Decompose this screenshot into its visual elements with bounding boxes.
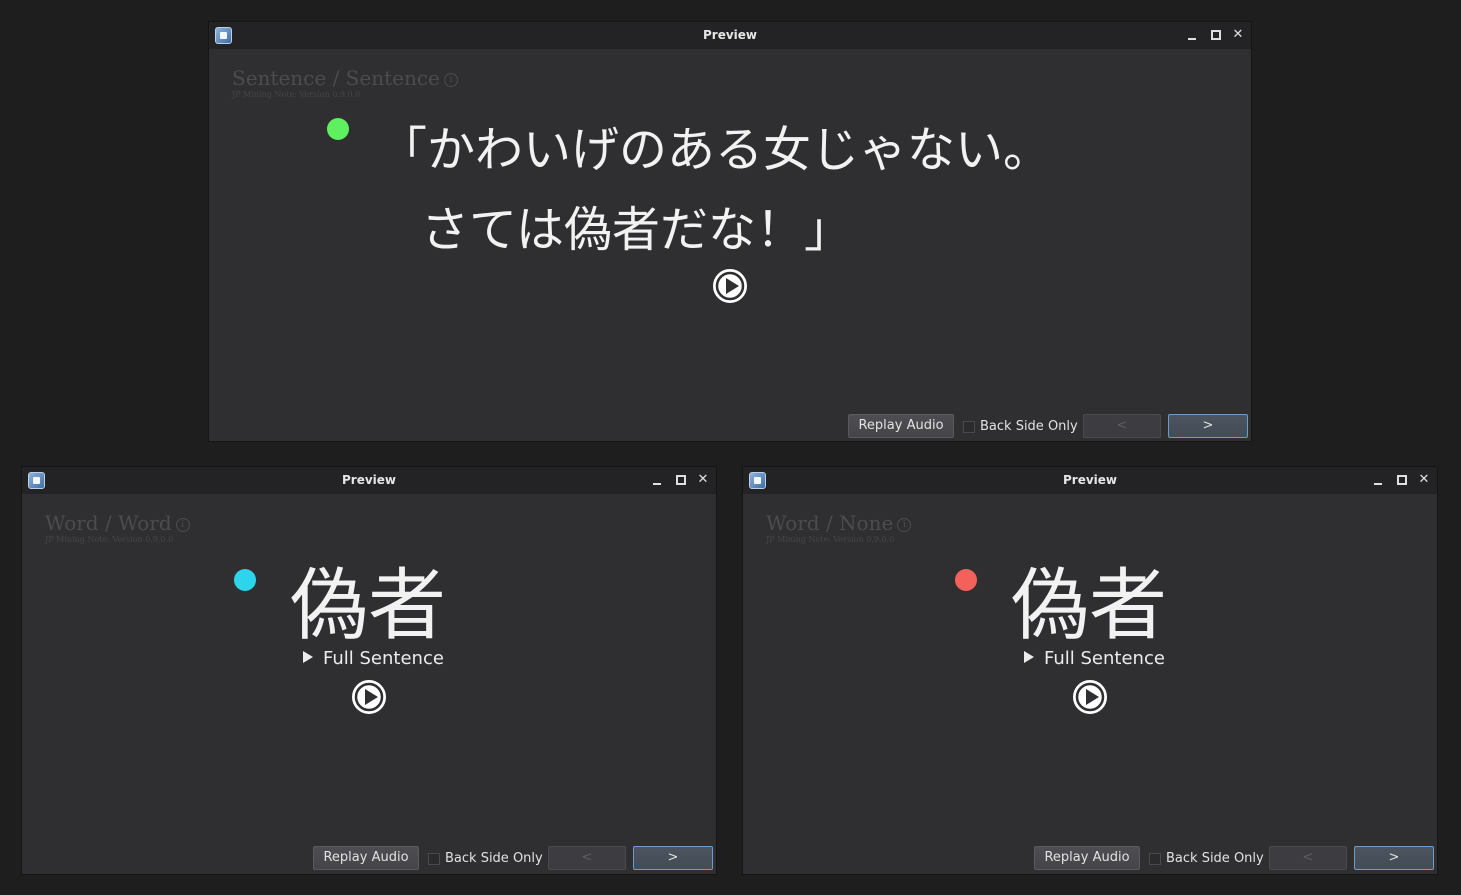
preview-window-word-word: Preview ✕ Word / Word i JP Mining Note: V… [21,466,717,875]
info-icon[interactable]: i [443,73,458,87]
back-side-only-label: Back Side Only [445,851,543,866]
close-icon[interactable]: ✕ [1415,471,1433,489]
version-label: JP Mining Note: Version 0.9.0.0 [232,90,361,99]
prev-button[interactable]: < [1083,414,1161,438]
maximize-icon[interactable] [1392,471,1410,489]
full-sentence-toggle[interactable]: Full Sentence [1024,648,1165,669]
next-button[interactable]: > [1354,846,1434,870]
preview-window-word-none: Preview ✕ Word / None i JP Mining Note: V… [742,466,1438,875]
status-dot-icon [955,569,977,591]
card-type-label: Sentence / Sentence i [232,66,458,90]
full-sentence-toggle[interactable]: Full Sentence [303,648,444,669]
play-audio-icon[interactable] [1072,679,1108,715]
maximize-icon[interactable] [1206,26,1224,44]
play-audio-icon[interactable] [712,268,748,304]
version-label: JP Mining Note: Version 0.9.0.0 [45,535,174,544]
title-bar[interactable]: Preview ✕ [743,467,1437,494]
full-sentence-label: Full Sentence [323,648,444,669]
status-dot-icon [234,569,256,591]
status-dot-icon [327,118,349,140]
card-type-text: Sentence / Sentence [232,66,440,90]
card-type-label: Word / Word i [45,511,190,535]
play-audio-icon[interactable] [351,679,387,715]
minimize-icon[interactable] [648,471,666,489]
title-bar[interactable]: Preview ✕ [209,22,1251,49]
replay-audio-button[interactable]: Replay Audio [313,846,419,870]
card-type-label: Word / None i [766,511,912,535]
info-icon[interactable]: i [897,518,912,532]
close-icon[interactable]: ✕ [694,471,712,489]
sentence-line-2: さては偽者だな！」 [421,202,853,258]
version-label: JP Mining Note: Version 0.9.0.0 [766,535,895,544]
next-button[interactable]: > [633,846,713,870]
close-icon[interactable]: ✕ [1229,26,1247,44]
next-button[interactable]: > [1168,414,1248,438]
sentence-line-1: 「かわいげのある女じゃない。 [379,122,1052,178]
back-side-only-label: Back Side Only [980,419,1078,434]
preview-window-sentence: Preview ✕ Sentence / Sentence i JP Mining… [208,21,1252,442]
back-side-only-checkbox[interactable] [963,421,975,433]
word-display: 偽者 [290,561,447,651]
prev-button[interactable]: < [1269,846,1347,870]
card-type-text: Word / None [766,511,894,535]
maximize-icon[interactable] [671,471,689,489]
window-title: Preview [1062,473,1117,487]
minimize-icon[interactable] [1183,26,1201,44]
card-type-text: Word / Word [45,511,172,535]
expand-arrow-icon [1024,651,1034,663]
info-icon[interactable]: i [175,518,190,532]
prev-button[interactable]: < [548,846,626,870]
title-bar[interactable]: Preview ✕ [22,467,716,494]
replay-audio-button[interactable]: Replay Audio [1034,846,1140,870]
minimize-icon[interactable] [1369,471,1387,489]
full-sentence-label: Full Sentence [1044,648,1165,669]
window-title: Preview [702,28,757,42]
window-title: Preview [341,473,396,487]
word-display: 偽者 [1011,561,1168,651]
back-side-only-checkbox[interactable] [428,853,440,865]
back-side-only-label: Back Side Only [1166,851,1264,866]
expand-arrow-icon [303,651,313,663]
replay-audio-button[interactable]: Replay Audio [848,414,954,438]
back-side-only-checkbox[interactable] [1149,853,1161,865]
